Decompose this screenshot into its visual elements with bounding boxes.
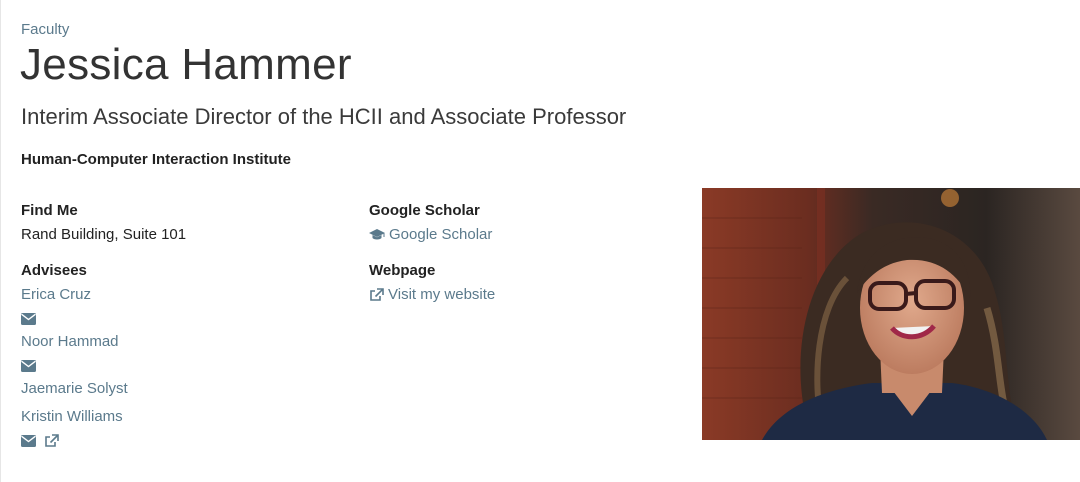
advisee-link-noor-hammad[interactable]: Noor Hammad: [21, 333, 351, 351]
find-me-label: Find Me: [21, 202, 78, 219]
advisee-link-erica-cruz[interactable]: Erica Cruz: [21, 286, 351, 304]
graduation-cap-icon: [369, 229, 385, 241]
office-location: Rand Building, Suite 101: [21, 226, 187, 243]
google-scholar-link-text: Google Scholar: [389, 226, 493, 243]
right-column: Google Scholar Google Scholar Webpage Vi…: [369, 202, 669, 304]
envelope-icon[interactable]: [21, 313, 36, 325]
webpage-section: Webpage Visit my website: [369, 262, 669, 304]
advisee-link-jaemarie-solyst[interactable]: Jaemarie Solyst: [21, 380, 351, 398]
visit-website-link-text: Visit my website: [388, 286, 496, 303]
webpage-label: Webpage: [369, 262, 436, 279]
external-link-icon: [369, 288, 384, 302]
department: Human-Computer Interaction Institute: [21, 151, 292, 168]
visit-website-link[interactable]: Visit my website: [369, 286, 669, 304]
advisees-label: Advisees: [21, 262, 87, 279]
external-link-icon[interactable]: [44, 434, 59, 448]
page-title: Jessica Hammer: [20, 40, 352, 89]
advisee-icons: [21, 311, 351, 327]
advisees-section: Advisees Erica Cruz Noor Hammad Jaemarie…: [21, 262, 351, 449]
left-column: Find Me Rand Building, Suite 101 Advisee…: [21, 202, 351, 455]
google-scholar-link[interactable]: Google Scholar: [369, 226, 669, 244]
advisee-icons: [21, 433, 351, 449]
envelope-icon[interactable]: [21, 435, 36, 447]
profile-photo: [702, 188, 1080, 440]
advisee-link-kristin-williams[interactable]: Kristin Williams: [21, 408, 351, 426]
google-scholar-label: Google Scholar: [369, 202, 480, 219]
job-title: Interim Associate Director of the HCII a…: [21, 104, 627, 129]
breadcrumb-faculty[interactable]: Faculty: [21, 21, 69, 38]
envelope-icon[interactable]: [21, 360, 36, 372]
advisee-icons: [21, 358, 351, 374]
